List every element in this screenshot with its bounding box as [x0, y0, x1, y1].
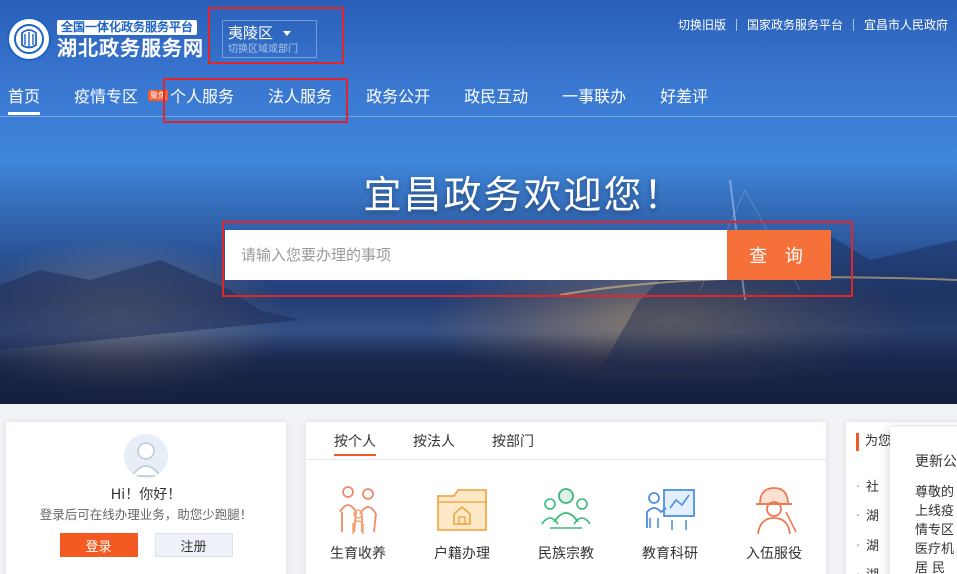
divider	[735, 18, 737, 31]
divider	[852, 18, 854, 31]
news-item[interactable]: 社	[856, 479, 879, 497]
service-education-research[interactable]: 教育科研	[618, 482, 722, 563]
logo-subtitle: 全国一体化政务服务平台	[57, 20, 198, 35]
nav-home[interactable]: 首页	[8, 84, 41, 115]
nav-interaction[interactable]: 政民互动	[464, 84, 528, 110]
nav-epidemic[interactable]: 疫情专区 聚焦	[74, 84, 169, 110]
popup-line: 尊敬的	[915, 485, 955, 500]
service-label: 生育收养	[330, 546, 386, 562]
greeting: Hi！你好！	[110, 487, 182, 503]
news-item[interactable]: 湖	[856, 508, 879, 526]
avatar-icon	[124, 434, 168, 478]
popup-line: 上线疫	[915, 504, 955, 519]
top-link-old-version[interactable]: 切换旧版	[678, 16, 726, 33]
service-birth-adoption[interactable]: 生育收养	[306, 482, 410, 563]
nav-government-affairs[interactable]: 政务公开	[366, 84, 430, 110]
tab-divider	[306, 459, 826, 460]
top-link-national-platform[interactable]: 国家政务服务平台	[747, 16, 843, 33]
user-panel: Hi！你好！ 登录后可在线办理业务，助您少跑腿！ 登录 注册	[6, 422, 286, 574]
highlight-box-search	[222, 221, 853, 297]
nav-label: 疫情专区	[74, 87, 139, 106]
highlight-box-services	[163, 78, 348, 123]
family-icon	[339, 486, 377, 534]
nav-label: 政务公开	[366, 87, 431, 106]
top-links: 切换旧版 国家政务服务平台 宜昌市人民政府	[678, 16, 948, 33]
service-label: 户籍办理	[434, 546, 490, 562]
tab-by-department[interactable]: 按部门	[492, 432, 534, 456]
service-household-registration[interactable]: 户籍办理	[410, 482, 514, 563]
popup-line: 医疗机	[915, 542, 955, 557]
welcome-title: 宜昌政务欢迎您！	[363, 173, 684, 217]
news-item[interactable]: 湖	[856, 538, 879, 556]
nav-label: 政民互动	[464, 87, 529, 106]
nav-label: 一事联办	[562, 87, 627, 106]
highlight-box-region	[208, 7, 344, 64]
nav-divider	[0, 116, 957, 117]
teacher-board-icon	[646, 489, 695, 530]
news-item[interactable]: 湖	[856, 567, 879, 574]
service-label: 教育科研	[642, 546, 698, 562]
soldier-helmet-icon	[756, 487, 797, 535]
emblem-icon	[7, 16, 51, 61]
household-folder-icon	[437, 489, 487, 531]
top-link-city-government[interactable]: 宜昌市人民政府	[864, 16, 948, 33]
nav-rating[interactable]: 好差评	[660, 84, 708, 110]
popup-body: 尊敬的 上线疫 情专区 医疗机 居 民	[915, 483, 957, 574]
login-tip: 登录后可在线办理业务，助您少跑腿！	[39, 507, 253, 522]
popup-title: 更新公	[915, 454, 957, 470]
update-notice-popup: 更新公 尊敬的 上线疫 情专区 医疗机 居 民	[890, 427, 957, 574]
nav-label: 首页	[8, 87, 41, 106]
tab-by-person[interactable]: 按个人	[334, 432, 376, 456]
site-logo[interactable]: 全国一体化政务服务平台 湖北政务服务网	[7, 16, 204, 61]
main-nav: 首页 疫情专区 聚焦 个人服务 法人服务 政务公开 政民互动 一事联办 好差评	[8, 84, 742, 115]
nav-one-stop[interactable]: 一事联办	[562, 84, 626, 110]
register-button[interactable]: 注册	[154, 533, 233, 557]
service-panel: 按个人 按法人 按部门 生育收养 户籍办理 民族宗教 教育科研 入伍服役	[306, 422, 826, 574]
news-title: 为您	[856, 433, 891, 451]
tab-by-legal-entity[interactable]: 按法人	[413, 432, 455, 456]
login-button[interactable]: 登录	[59, 533, 138, 557]
logo-title: 湖北政务服务网	[57, 36, 204, 60]
people-group-icon	[541, 488, 591, 529]
service-military-enlistment[interactable]: 入伍服役	[722, 482, 826, 563]
service-label: 入伍服役	[746, 546, 802, 562]
popup-line: 居 民	[915, 561, 946, 574]
service-ethnic-religion[interactable]: 民族宗教	[514, 482, 618, 563]
service-label: 民族宗教	[538, 546, 594, 562]
nav-label: 好差评	[660, 87, 709, 106]
popup-line: 情专区	[915, 523, 955, 538]
